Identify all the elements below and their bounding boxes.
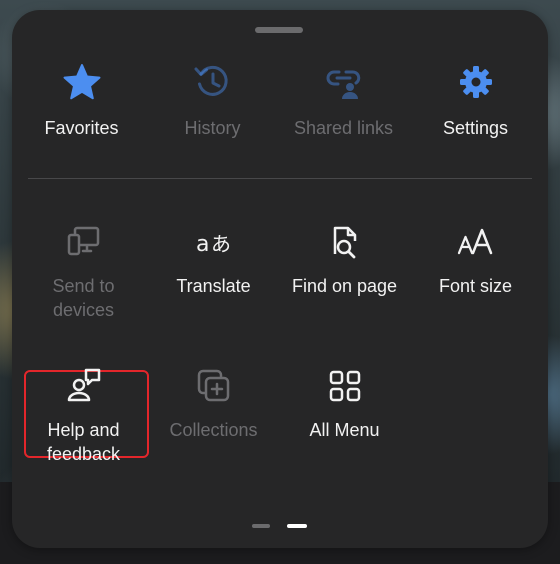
settings-button[interactable]: Settings bbox=[410, 62, 541, 140]
find-on-page-label: Find on page bbox=[291, 276, 398, 296]
collections-icon bbox=[197, 369, 229, 402]
page-indicator bbox=[252, 524, 308, 528]
find-on-page-button[interactable]: Find on page bbox=[279, 222, 410, 298]
font-size-button[interactable]: Font size bbox=[410, 222, 541, 298]
settings-label: Settings bbox=[442, 118, 509, 138]
top-row: Favorites History Shared links Settings bbox=[12, 62, 548, 177]
page-dot-1[interactable] bbox=[252, 524, 270, 528]
sheet-grabber[interactable] bbox=[255, 27, 303, 33]
menu-sheet: Favorites History Shared links Settings … bbox=[12, 10, 548, 548]
translate-label: Translate bbox=[176, 276, 251, 296]
history-label: History bbox=[184, 118, 241, 138]
font-size-label: Font size bbox=[438, 276, 513, 296]
translate-button[interactable]: a あ Translate bbox=[148, 222, 279, 298]
help-feedback-icon bbox=[67, 368, 100, 402]
collections-label: Collections bbox=[169, 420, 258, 440]
svg-text:a: a bbox=[196, 232, 209, 257]
all-menu-button[interactable]: All Menu bbox=[279, 366, 410, 442]
bottom-row: Help and feedback Collections All Menu bbox=[12, 366, 548, 486]
history-button[interactable]: History bbox=[147, 62, 278, 140]
translate-icon: a あ bbox=[196, 232, 231, 257]
star-icon bbox=[63, 64, 100, 100]
all-menu-icon bbox=[329, 370, 360, 402]
favorites-button[interactable]: Favorites bbox=[16, 62, 147, 140]
send-to-devices-line2: devices bbox=[52, 300, 115, 320]
send-to-devices-label: Send to devices bbox=[18, 274, 149, 322]
collections-button[interactable]: Collections bbox=[148, 366, 279, 442]
shared-links-label: Shared links bbox=[293, 118, 394, 138]
middle-row: Send to devices a あ Translate Find on pa… bbox=[12, 222, 548, 342]
font-size-icon bbox=[457, 228, 492, 255]
page-dot-2[interactable] bbox=[287, 524, 307, 528]
send-to-devices-icon bbox=[67, 226, 99, 256]
help-and-feedback-button[interactable]: Help and feedback bbox=[18, 366, 149, 466]
section-divider bbox=[28, 178, 532, 179]
gear-icon bbox=[459, 66, 492, 98]
svg-text:あ: あ bbox=[211, 232, 231, 256]
all-menu-label: All Menu bbox=[309, 420, 380, 440]
find-on-page-icon bbox=[333, 226, 356, 259]
help-and-feedback-label: Help and feedback bbox=[18, 418, 149, 466]
send-to-devices-line1: Send to bbox=[52, 276, 115, 296]
shared-links-button[interactable]: Shared links bbox=[278, 62, 409, 140]
favorites-label: Favorites bbox=[44, 118, 119, 138]
help-and-feedback-line1: Help and bbox=[47, 420, 120, 440]
send-to-devices-button[interactable]: Send to devices bbox=[18, 222, 149, 322]
history-icon bbox=[194, 65, 228, 96]
shared-links-icon bbox=[326, 70, 360, 99]
help-and-feedback-line2: feedback bbox=[46, 444, 121, 464]
